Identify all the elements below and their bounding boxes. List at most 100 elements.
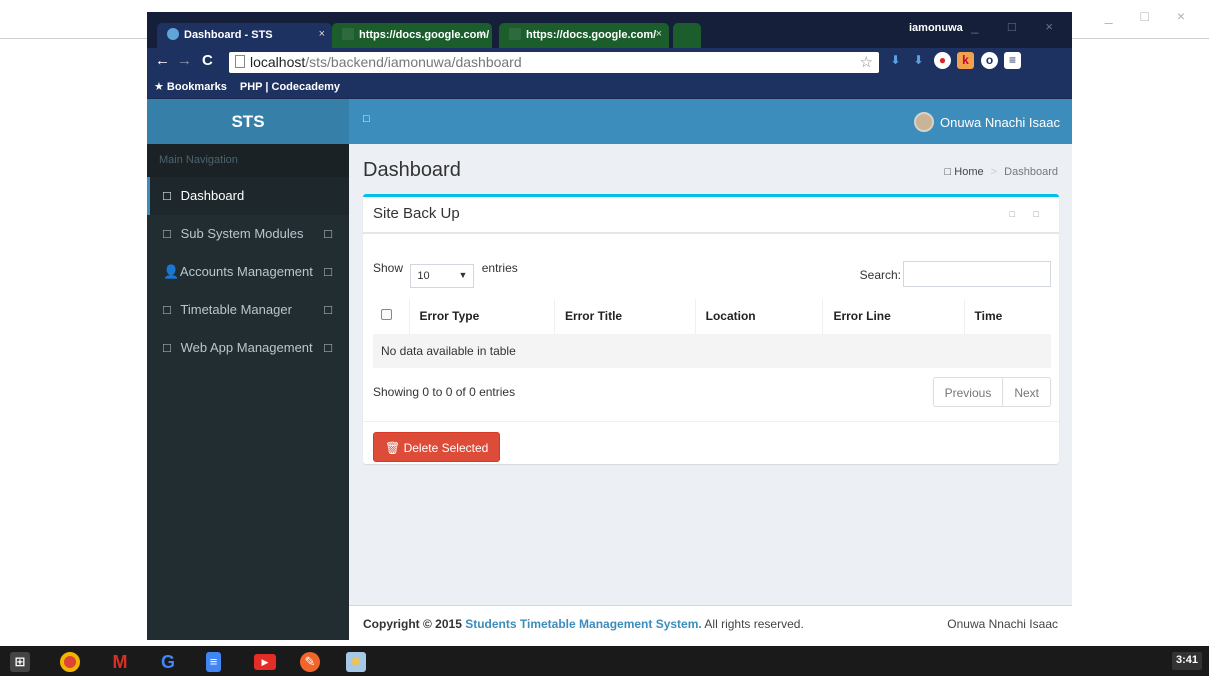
launcher-grid-icon[interactable]: ⊞	[10, 652, 30, 672]
sidebar-item-label: Timetable Manager	[180, 302, 292, 317]
browser-toolbar: ← → C localhost/sts/backend/iamonuwa/das…	[147, 48, 1072, 76]
length-value: 10	[417, 270, 430, 282]
download-ext-icon[interactable]: ⬇	[887, 52, 904, 69]
circle-ext-icon[interactable]: o	[981, 52, 998, 69]
rights-text: All rights reserved.	[704, 617, 804, 631]
next-button[interactable]: Next	[1002, 378, 1050, 406]
chevron-icon: □	[324, 264, 332, 279]
desktop-divider-right	[1072, 38, 1209, 39]
close-tab-icon[interactable]: ×	[656, 28, 662, 40]
app-logo[interactable]: STS	[147, 99, 349, 144]
user-name: Onuwa Nnachi Isaac	[940, 115, 1060, 130]
top-navbar: □ Onuwa Nnachi Isaac	[349, 99, 1072, 144]
sidebar-item-dashboard[interactable]: □ Dashboard	[147, 177, 349, 215]
download-arrow-icon[interactable]: ⬇	[910, 52, 927, 69]
column-header-time[interactable]: Time	[964, 299, 1051, 335]
tab-title: https://docs.google.com/	[526, 29, 657, 41]
forward-arrow-icon[interactable]: →	[177, 52, 192, 69]
close-tab-icon[interactable]: ×	[479, 28, 485, 40]
favicon-icon	[167, 28, 179, 40]
dashboard-icon: □	[163, 188, 171, 203]
youtube-icon[interactable]: ▶	[254, 654, 276, 670]
profile-name[interactable]: iamonuwa	[909, 22, 963, 34]
table-header-row: Error Type Error Title Location Error Li…	[373, 299, 1051, 335]
box-header: Site Back Up □ □	[363, 197, 1059, 234]
tab-title: Dashboard - STS	[184, 29, 273, 41]
dropdown-arrow-icon: ▼	[458, 270, 468, 280]
browser-window-controls[interactable]: _ □ ×	[971, 19, 1066, 34]
breadcrumb-current: Dashboard	[1004, 166, 1058, 178]
box-title: Site Back Up	[373, 205, 460, 222]
back-arrow-icon[interactable]: ←	[155, 52, 170, 69]
url-host: localhost	[250, 54, 306, 70]
avatar	[914, 112, 935, 132]
chevron-icon: □	[324, 302, 332, 317]
url-path: /sts/backend/iamonuwa/dashboard	[305, 54, 522, 70]
breadcrumb: □ Home > Dashboard	[945, 166, 1058, 178]
reload-icon[interactable]: C	[202, 52, 213, 69]
bookmark-star-icon[interactable]: ☆	[860, 53, 873, 71]
doc-favicon-icon	[342, 28, 354, 40]
bookmark-codecademy[interactable]: PHP | Codecademy	[240, 81, 340, 93]
empty-table-message: No data available in table	[373, 334, 1051, 368]
k-ext-icon[interactable]: k	[957, 52, 974, 69]
sidebar: STS Main Navigation □ Dashboard □ Sub Sy…	[147, 99, 349, 640]
gmail-icon[interactable]: M	[110, 652, 130, 672]
delete-selected-button[interactable]: 🗑 Delete Selected	[373, 432, 501, 462]
table-controls: Show 10 ▼ entries Search:	[373, 261, 1051, 289]
pencil-app-icon[interactable]: ✎	[300, 652, 320, 672]
google-docs-icon[interactable]: ≡	[206, 652, 221, 672]
new-tab-button[interactable]	[673, 23, 701, 48]
system-name-link[interactable]: Students Timetable Management System.	[465, 617, 702, 631]
home-icon: □	[944, 166, 952, 178]
trash-icon: 🗑	[385, 441, 401, 455]
web-page: STS Main Navigation □ Dashboard □ Sub Sy…	[147, 99, 1072, 640]
user-menu[interactable]: Onuwa Nnachi Isaac	[914, 112, 1060, 132]
tab-google-docs-1[interactable]: https://docs.google.com/ ×	[332, 23, 492, 48]
column-header-error-type[interactable]: Error Type	[409, 299, 555, 335]
delete-button-label: Delete Selected	[403, 441, 489, 455]
tab-google-docs-2[interactable]: https://docs.google.com/ ×	[499, 23, 669, 48]
address-bar[interactable]: localhost/sts/backend/iamonuwa/dashboard…	[229, 52, 879, 73]
copyright-prefix: Copyright © 2015	[363, 617, 462, 631]
chrome-icon[interactable]	[60, 652, 80, 672]
column-header-error-line[interactable]: Error Line	[822, 299, 965, 335]
sidebar-item-label: Accounts Management	[179, 264, 313, 279]
column-header-error-title[interactable]: Error Title	[554, 299, 696, 335]
taskbar: ⊞ M G ≡ ▶ ✎ ✺ 3:41	[0, 646, 1209, 676]
search-input[interactable]	[903, 261, 1051, 287]
desktop-window-controls[interactable]: _ □ ×	[1105, 8, 1197, 24]
close-tab-icon[interactable]: ×	[319, 28, 325, 40]
sidebar-item-accounts-management[interactable]: 👤 Accounts Management □	[147, 253, 349, 291]
sidebar-toggle-icon[interactable]: □	[363, 113, 370, 125]
chevron-icon: □	[324, 340, 332, 355]
sidebar-item-timetable-manager[interactable]: □ Timetable Manager □	[147, 291, 349, 329]
timetable-icon: □	[163, 302, 171, 317]
tab-title: https://docs.google.com/	[359, 29, 490, 41]
nav-header: Main Navigation	[147, 144, 349, 177]
tab-dashboard[interactable]: Dashboard - STS ×	[157, 23, 332, 48]
chevron-icon: □	[324, 226, 332, 241]
modules-icon: □	[163, 226, 171, 241]
page-footer: Copyright © 2015 Students Timetable Mana…	[349, 605, 1072, 640]
column-header-location[interactable]: Location	[695, 299, 824, 335]
footer-copyright: Copyright © 2015 Students Timetable Mana…	[363, 617, 804, 631]
box-tools[interactable]: □ □	[1010, 209, 1047, 219]
sidebar-item-web-app-management[interactable]: □ Web App Management □	[147, 329, 349, 367]
google-search-icon[interactable]: G	[158, 652, 178, 672]
desktop-divider-left	[0, 38, 147, 39]
taskbar-clock[interactable]: 3:41	[1171, 652, 1202, 670]
previous-button[interactable]: Previous	[934, 378, 1003, 406]
site-backup-box: Site Back Up □ □ Show 10 ▼ entries Search…	[363, 194, 1059, 464]
settings-app-icon[interactable]: ✺	[346, 652, 366, 672]
pagination: Previous Next	[932, 377, 1051, 407]
sidebar-item-sub-system-modules[interactable]: □ Sub System Modules □	[147, 215, 349, 253]
record-ext-icon[interactable]: ●	[934, 52, 951, 69]
menu-icon[interactable]: ≡	[1004, 52, 1021, 69]
breadcrumb-home[interactable]: Home	[954, 166, 983, 178]
entries-length-select[interactable]: 10 ▼	[410, 264, 475, 288]
select-all-checkbox[interactable]	[381, 309, 392, 321]
entries-label: entries	[481, 261, 518, 275]
bookmarks-folder[interactable]: ★ Bookmarks	[154, 81, 227, 93]
page-icon	[235, 55, 245, 68]
